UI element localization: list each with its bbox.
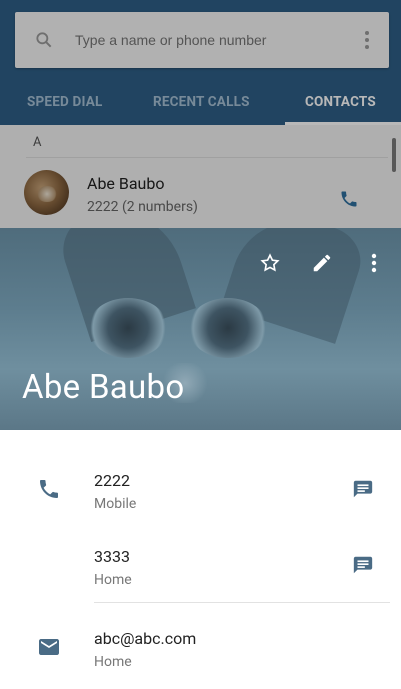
phone-icon bbox=[34, 474, 64, 504]
edit-icon[interactable] bbox=[305, 246, 339, 280]
avatar[interactable] bbox=[24, 170, 69, 215]
detail-row-email[interactable]: abc@abc.com Home bbox=[0, 618, 401, 688]
more-vert-icon[interactable] bbox=[345, 12, 389, 68]
contacts-list: A Abe Baubo 2222 (2 numbers) bbox=[0, 125, 401, 228]
phone-type: Mobile bbox=[94, 496, 137, 512]
app-bar: SPEED DIAL RECENT CALLS CONTACTS bbox=[0, 0, 401, 125]
photo-shape bbox=[188, 298, 268, 358]
phone-icon[interactable] bbox=[333, 183, 365, 215]
tab-bar: SPEED DIAL RECENT CALLS CONTACTS bbox=[0, 80, 401, 125]
photo-shape bbox=[88, 298, 168, 358]
contact-photo-header: Abe Baubo bbox=[0, 228, 401, 430]
email-address: abc@abc.com bbox=[94, 629, 197, 648]
detail-row-phone[interactable]: 3333 Home bbox=[0, 536, 401, 606]
contact-subtitle: 2222 (2 numbers) bbox=[87, 199, 198, 215]
contact-name[interactable]: Abe Baubo bbox=[87, 174, 164, 193]
detail-row-phone[interactable]: 2222 Mobile bbox=[0, 460, 401, 530]
tab-recent-calls[interactable]: RECENT CALLS bbox=[153, 94, 250, 110]
tab-contacts[interactable]: CONTACTS bbox=[305, 94, 376, 110]
search-icon[interactable] bbox=[15, 12, 73, 68]
phone-number: 2222 bbox=[94, 471, 130, 490]
search-input[interactable] bbox=[73, 19, 345, 61]
contact-details: 2222 Mobile 3333 Home abc@abc.com Home bbox=[0, 430, 401, 689]
tab-speed-dial[interactable]: SPEED DIAL bbox=[27, 94, 103, 110]
section-divider bbox=[26, 157, 388, 158]
more-vert-icon[interactable] bbox=[357, 246, 391, 280]
email-type: Home bbox=[94, 654, 132, 670]
section-letter: A bbox=[33, 135, 42, 150]
scrollbar[interactable] bbox=[392, 138, 396, 172]
message-icon[interactable] bbox=[346, 472, 380, 506]
header-actions bbox=[253, 246, 391, 280]
star-icon[interactable] bbox=[253, 246, 287, 280]
section-divider bbox=[94, 602, 390, 603]
phone-number: 3333 bbox=[94, 547, 130, 566]
contact-card-name: Abe Baubo bbox=[22, 368, 185, 407]
email-icon bbox=[34, 632, 64, 662]
message-icon[interactable] bbox=[346, 548, 380, 582]
phone-type: Home bbox=[94, 572, 132, 588]
search-box[interactable] bbox=[15, 12, 389, 68]
